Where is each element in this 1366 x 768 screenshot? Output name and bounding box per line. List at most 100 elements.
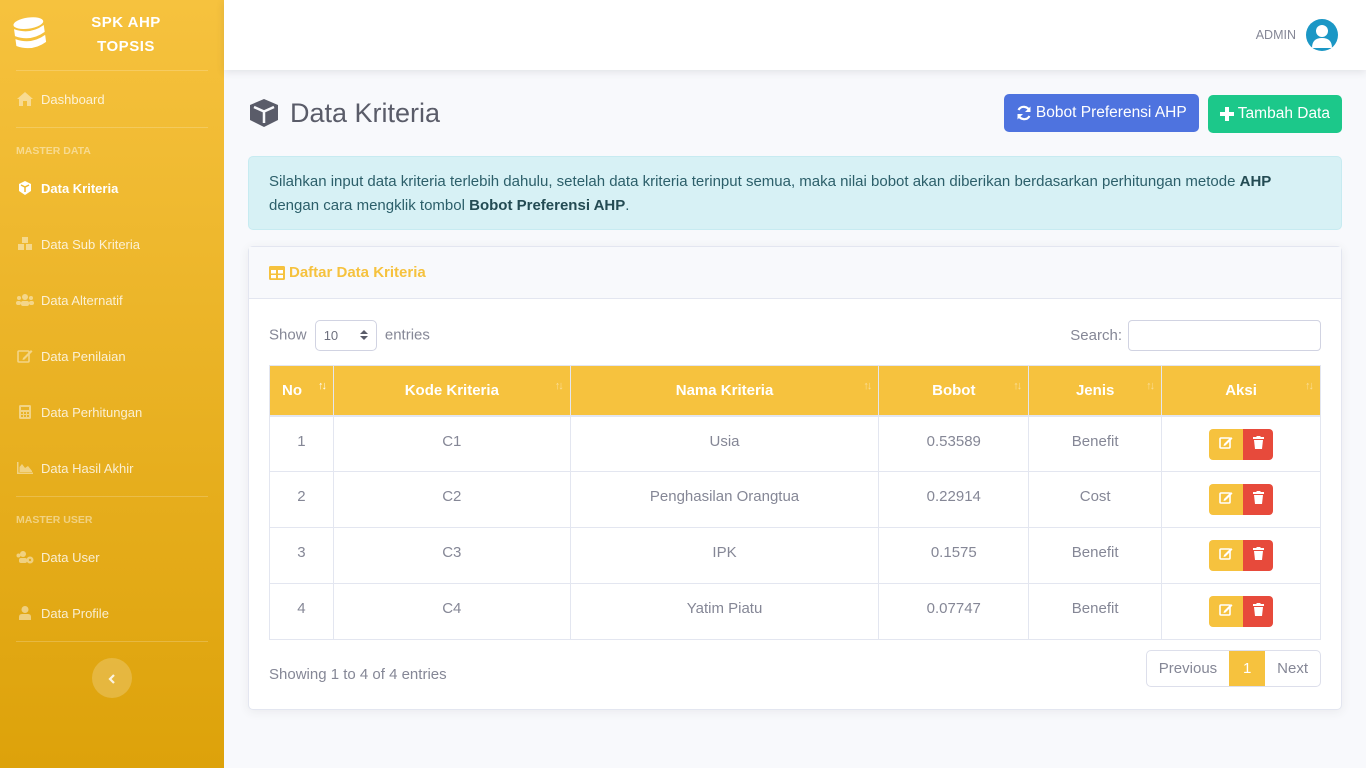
sidebar-item-label: Data User xyxy=(41,549,100,565)
datatable-footer: Showing 1 to 4 of 4 entries Previous 1 N… xyxy=(269,650,1321,687)
action-group xyxy=(1209,428,1274,460)
kriteria-table: No ↑↓ Kode Kriteria ↑↓ Nama Kriteria ↑↓ Bob… xyxy=(269,365,1321,640)
edit-button[interactable] xyxy=(1209,484,1244,515)
sidebar-item-label: Data Profile xyxy=(41,605,109,621)
column-header-bobot[interactable]: Bobot ↑↓ xyxy=(878,365,1030,417)
edit-icon xyxy=(1219,603,1233,620)
home-icon xyxy=(16,92,34,106)
tambah-button-label: Tambah Data xyxy=(1237,104,1330,122)
alert-bold-ahp: AHP xyxy=(1239,173,1272,190)
delete-button[interactable] xyxy=(1243,540,1274,571)
sort-icon: ↑↓ xyxy=(1146,380,1155,392)
pagination-next[interactable]: Next xyxy=(1265,651,1320,686)
pagination-page-1[interactable]: 1 xyxy=(1229,651,1266,686)
cell-nama-kriteria: Yatim Piatu xyxy=(569,583,880,640)
sidebar-item-label: Data Kriteria xyxy=(41,180,119,196)
pagination-previous[interactable]: Previous xyxy=(1147,651,1229,686)
cell-bobot: 0.22914 xyxy=(878,471,1030,528)
delete-button[interactable] xyxy=(1243,596,1274,627)
sidebar-item-data-alternatif[interactable]: Data Alternatif xyxy=(0,272,224,328)
sort-icon: ↑↓ xyxy=(554,380,564,392)
delete-button[interactable] xyxy=(1243,428,1274,460)
cubes-icon xyxy=(16,237,34,251)
alert-text: Silahkan input data kriteria terlebih da… xyxy=(269,173,1240,190)
tambah-data-button[interactable]: Tambah Data xyxy=(1207,94,1342,133)
edit-icon xyxy=(1219,547,1233,564)
sidebar-item-data-profile[interactable]: Data Profile xyxy=(0,585,224,641)
cell-jenis: Benefit xyxy=(1028,415,1163,472)
page-title: Data Kriteria xyxy=(248,98,440,129)
table-icon xyxy=(269,265,285,280)
cell-no: 4 xyxy=(269,583,334,640)
cell-jenis: Benefit xyxy=(1028,583,1163,640)
column-label: Kode Kriteria xyxy=(404,381,499,399)
cell-nama-kriteria: Penghasilan Orangtua xyxy=(569,471,880,528)
entries-label: entries xyxy=(384,325,430,343)
show-label: Show xyxy=(269,325,307,343)
search-label: Search: xyxy=(1070,326,1122,344)
sort-icon: ↑↓ xyxy=(317,380,327,392)
sort-icon: ↑↓ xyxy=(1305,380,1314,392)
sidebar-item-data-kriteria[interactable]: Data Kriteria xyxy=(0,160,224,216)
column-header-nama-kriteria[interactable]: Nama Kriteria ↑↓ xyxy=(569,365,880,417)
user-avatar-icon[interactable] xyxy=(1306,19,1338,51)
card-header: Daftar Data Kriteria xyxy=(249,247,1341,299)
column-header-kode-kriteria[interactable]: Kode Kriteria ↑↓ xyxy=(332,365,571,417)
sidebar-toggle-button[interactable] xyxy=(92,658,132,698)
cell-jenis: Benefit xyxy=(1028,527,1163,584)
cell-bobot: 0.53589 xyxy=(878,415,1030,472)
cell-kode-kriteria: C1 xyxy=(332,415,571,472)
user-name[interactable]: ADMIN xyxy=(1256,28,1296,42)
action-group xyxy=(1209,540,1274,571)
sidebar-item-dashboard[interactable]: Dashboard xyxy=(0,71,224,127)
sidebar-item-data-user[interactable]: Data User xyxy=(0,529,224,585)
topbar: ADMIN xyxy=(224,0,1366,70)
trash-icon xyxy=(1252,491,1264,508)
sidebar-item-label: Data Alternatif xyxy=(41,292,123,308)
sidebar-item-data-hasil-akhir[interactable]: Data Hasil Akhir xyxy=(0,440,224,496)
sidebar-item-label: Data Penilaian xyxy=(41,348,126,364)
bobot-preferensi-ahp-button[interactable]: Bobot Preferensi AHP xyxy=(1003,93,1199,132)
sidebar-brand[interactable]: SPK AHP TOPSIS xyxy=(0,0,224,70)
cube-icon xyxy=(16,181,34,195)
cell-aksi xyxy=(1161,471,1321,528)
info-alert: Silahkan input data kriteria terlebih da… xyxy=(248,156,1342,230)
cell-nama-kriteria: IPK xyxy=(569,527,880,584)
edit-button[interactable] xyxy=(1209,596,1244,627)
cell-kode-kriteria: C4 xyxy=(332,583,571,640)
search-input[interactable] xyxy=(1128,319,1321,351)
kriteria-card: Daftar Data Kriteria Show 10 entries Sea… xyxy=(248,246,1342,710)
column-label: No xyxy=(282,381,302,399)
edit-icon xyxy=(1219,491,1233,508)
alert-text: dengan cara mengklik tombol xyxy=(269,197,470,214)
edit-button[interactable] xyxy=(1209,428,1244,460)
alert-bold-button-name: Bobot Preferensi AHP xyxy=(469,197,626,214)
column-header-aksi[interactable]: Aksi ↑↓ xyxy=(1161,365,1321,417)
delete-button[interactable] xyxy=(1243,484,1274,515)
table-row: 1 C1 Usia 0.53589 Benefit xyxy=(269,415,1321,472)
column-header-jenis[interactable]: Jenis ↑↓ xyxy=(1028,365,1163,417)
cube-icon xyxy=(248,98,280,128)
select-arrows-icon xyxy=(359,328,368,343)
sidebar-heading-master-data: MASTER DATA xyxy=(16,145,91,157)
brand-line1: SPK AHP xyxy=(91,14,161,31)
sidebar-item-data-perhitungan[interactable]: Data Perhitungan xyxy=(0,384,224,440)
column-label: Aksi xyxy=(1225,381,1257,399)
edit-button[interactable] xyxy=(1209,540,1244,571)
calculator-icon xyxy=(16,405,34,419)
sidebar-item-data-sub-kriteria[interactable]: Data Sub Kriteria xyxy=(0,216,224,272)
sidebar-heading-master-user: MASTER USER xyxy=(16,514,93,526)
cell-no: 2 xyxy=(269,471,334,528)
sidebar-item-data-penilaian[interactable]: Data Penilaian xyxy=(0,328,224,384)
trash-icon xyxy=(1252,435,1264,453)
table-row: 2 C2 Penghasilan Orangtua 0.22914 Cost xyxy=(269,471,1321,528)
length-value: 10 xyxy=(323,327,339,343)
column-header-no[interactable]: No ↑↓ xyxy=(269,365,334,417)
chevron-left-icon xyxy=(108,669,116,688)
cell-kode-kriteria: C3 xyxy=(332,527,571,584)
cell-nama-kriteria: Usia xyxy=(569,415,880,472)
users-icon xyxy=(16,293,34,307)
table-header-row: No ↑↓ Kode Kriteria ↑↓ Nama Kriteria ↑↓ Bob… xyxy=(269,365,1321,417)
entries-length-select[interactable]: 10 xyxy=(314,319,377,351)
table-row: 4 C4 Yatim Piatu 0.07747 Benefit xyxy=(269,583,1321,640)
